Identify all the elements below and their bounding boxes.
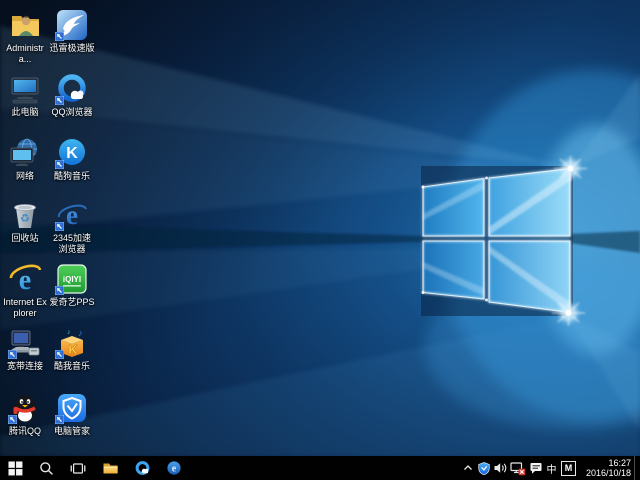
system-tray: 中 M 16:27 2016/10/18 xyxy=(460,456,640,480)
kuwo-music-icon: K ♪ ♪ xyxy=(55,326,89,360)
desktop-icon-pc-manager[interactable]: 电脑管家 xyxy=(49,391,95,453)
desktop-icon-network[interactable]: 网络 xyxy=(2,136,48,198)
windows-desktop: Administra... 迅雷极速版 xyxy=(0,0,640,480)
network-disconnected-icon xyxy=(510,461,526,476)
desktop-icon-tencent-qq[interactable]: 腾讯QQ xyxy=(2,391,48,453)
desktop-icon-recycle-bin[interactable]: ♻ 回收站 xyxy=(2,198,48,260)
desktop-icon-label: QQ浏览器 xyxy=(51,107,92,118)
input-method-indicator[interactable]: M xyxy=(561,461,576,476)
qq-browser-icon xyxy=(55,72,89,106)
task-view-button[interactable] xyxy=(62,456,94,480)
desktop-icon-kugou[interactable]: K 酷狗音乐 xyxy=(49,136,95,198)
shortcut-arrow-badge xyxy=(55,32,64,41)
tray-notification-bubble[interactable] xyxy=(527,456,544,480)
svg-text:K: K xyxy=(68,342,78,357)
windows-logo-icon xyxy=(8,461,23,476)
internet-explorer-icon: e xyxy=(8,262,42,296)
desktop-icon-label: 宽带连接 xyxy=(7,361,43,372)
qq-browser-taskbar-button[interactable] xyxy=(126,456,158,480)
shortcut-arrow-badge xyxy=(55,286,64,295)
desktop-icon-label: 回收站 xyxy=(11,233,38,244)
desktop-icon-label: 2345加速浏览器 xyxy=(49,233,95,255)
desktop-icon-label: 电脑管家 xyxy=(54,426,90,437)
svg-text:iQIYI: iQIYI xyxy=(63,275,81,284)
svg-text:♻: ♻ xyxy=(20,213,30,225)
desktop-icon-administrator[interactable]: Administra... xyxy=(2,8,48,70)
clock-time: 16:27 xyxy=(581,458,631,468)
pc-manager-shield-icon xyxy=(55,391,89,425)
file-explorer-button[interactable] xyxy=(94,456,126,480)
iqiyi-pps-icon: iQIYI xyxy=(55,262,89,296)
qq-browser-icon xyxy=(134,460,151,477)
desktop-icon-area: Administra... 迅雷极速版 xyxy=(0,0,640,456)
administrator-folder-icon xyxy=(8,8,42,42)
desktop-icon-label: 腾讯QQ xyxy=(9,426,41,437)
kugou-music-icon: K xyxy=(55,136,89,170)
desktop-icon-label: 酷狗音乐 xyxy=(54,171,90,182)
tencent-qq-icon xyxy=(8,391,42,425)
tray-clock[interactable]: 16:27 2016/10/18 xyxy=(578,458,634,478)
desktop-icon-2345-browser[interactable]: e 2345加速浏览器 xyxy=(49,198,95,260)
clock-date: 2016/10/18 xyxy=(581,468,631,478)
desktop-icon-label: 迅雷极速版 xyxy=(49,43,94,54)
folder-icon xyxy=(102,461,119,476)
desktop-icon-label: 网络 xyxy=(16,171,34,182)
shortcut-arrow-badge xyxy=(55,222,64,231)
start-button[interactable] xyxy=(0,456,30,480)
desktop-icon-label: 此电脑 xyxy=(11,107,38,118)
shield-icon xyxy=(477,461,491,476)
thunder-bird-icon xyxy=(55,8,89,42)
desktop-icon-qq-browser[interactable]: QQ浏览器 xyxy=(49,72,95,134)
search-button[interactable] xyxy=(30,456,62,480)
ime-mode-indicator[interactable]: 中 xyxy=(544,456,559,480)
desktop-icon-label: Internet Explorer xyxy=(2,297,48,319)
desktop-icon-broadband[interactable]: 宽带连接 xyxy=(2,326,48,388)
hidden-icons-chevron[interactable] xyxy=(460,456,475,480)
desktop-icon-internet-explorer[interactable]: e Internet Explorer xyxy=(2,262,48,324)
desktop-icon-kuwo[interactable]: K ♪ ♪ 酷我音乐 xyxy=(49,326,95,388)
task-view-icon xyxy=(70,461,86,476)
shortcut-arrow-badge xyxy=(8,350,17,359)
search-icon xyxy=(39,461,54,476)
shortcut-arrow-badge xyxy=(55,415,64,424)
speech-bubble-icon xyxy=(529,461,543,475)
this-pc-icon xyxy=(8,72,42,106)
desktop-icon-label: Administra... xyxy=(2,43,48,65)
shortcut-arrow-badge xyxy=(55,350,64,359)
speaker-icon xyxy=(493,461,508,475)
broadband-connection-icon xyxy=(8,326,42,360)
desktop-icon-iqiyi[interactable]: iQIYI 爱奇艺PPS xyxy=(49,262,95,324)
desktop-icon-this-pc[interactable]: 此电脑 xyxy=(2,72,48,134)
recycle-bin-icon: ♻ xyxy=(8,198,42,232)
tray-volume[interactable] xyxy=(492,456,509,480)
2345-browser-taskbar-button[interactable]: e xyxy=(158,456,190,480)
2345-browser-icon: e xyxy=(55,198,89,232)
e-browser-icon: e xyxy=(166,460,182,476)
show-desktop-button[interactable] xyxy=(634,456,639,480)
tray-security-shield[interactable] xyxy=(475,456,492,480)
network-icon xyxy=(8,136,42,170)
desktop-icon-thunder[interactable]: 迅雷极速版 xyxy=(49,8,95,70)
svg-text:K: K xyxy=(66,145,78,162)
desktop-icon-label: 爱奇艺PPS xyxy=(49,297,94,308)
chevron-up-icon xyxy=(462,462,474,474)
svg-text:♪: ♪ xyxy=(78,328,83,338)
svg-text:e: e xyxy=(172,463,177,474)
shortcut-arrow-badge xyxy=(55,160,64,169)
svg-text:♪: ♪ xyxy=(67,329,71,336)
svg-text:e: e xyxy=(66,200,78,230)
tray-network-status[interactable] xyxy=(509,456,527,480)
shortcut-arrow-badge xyxy=(8,415,17,424)
shortcut-arrow-badge xyxy=(55,96,64,105)
desktop-icon-label: 酷我音乐 xyxy=(54,361,90,372)
